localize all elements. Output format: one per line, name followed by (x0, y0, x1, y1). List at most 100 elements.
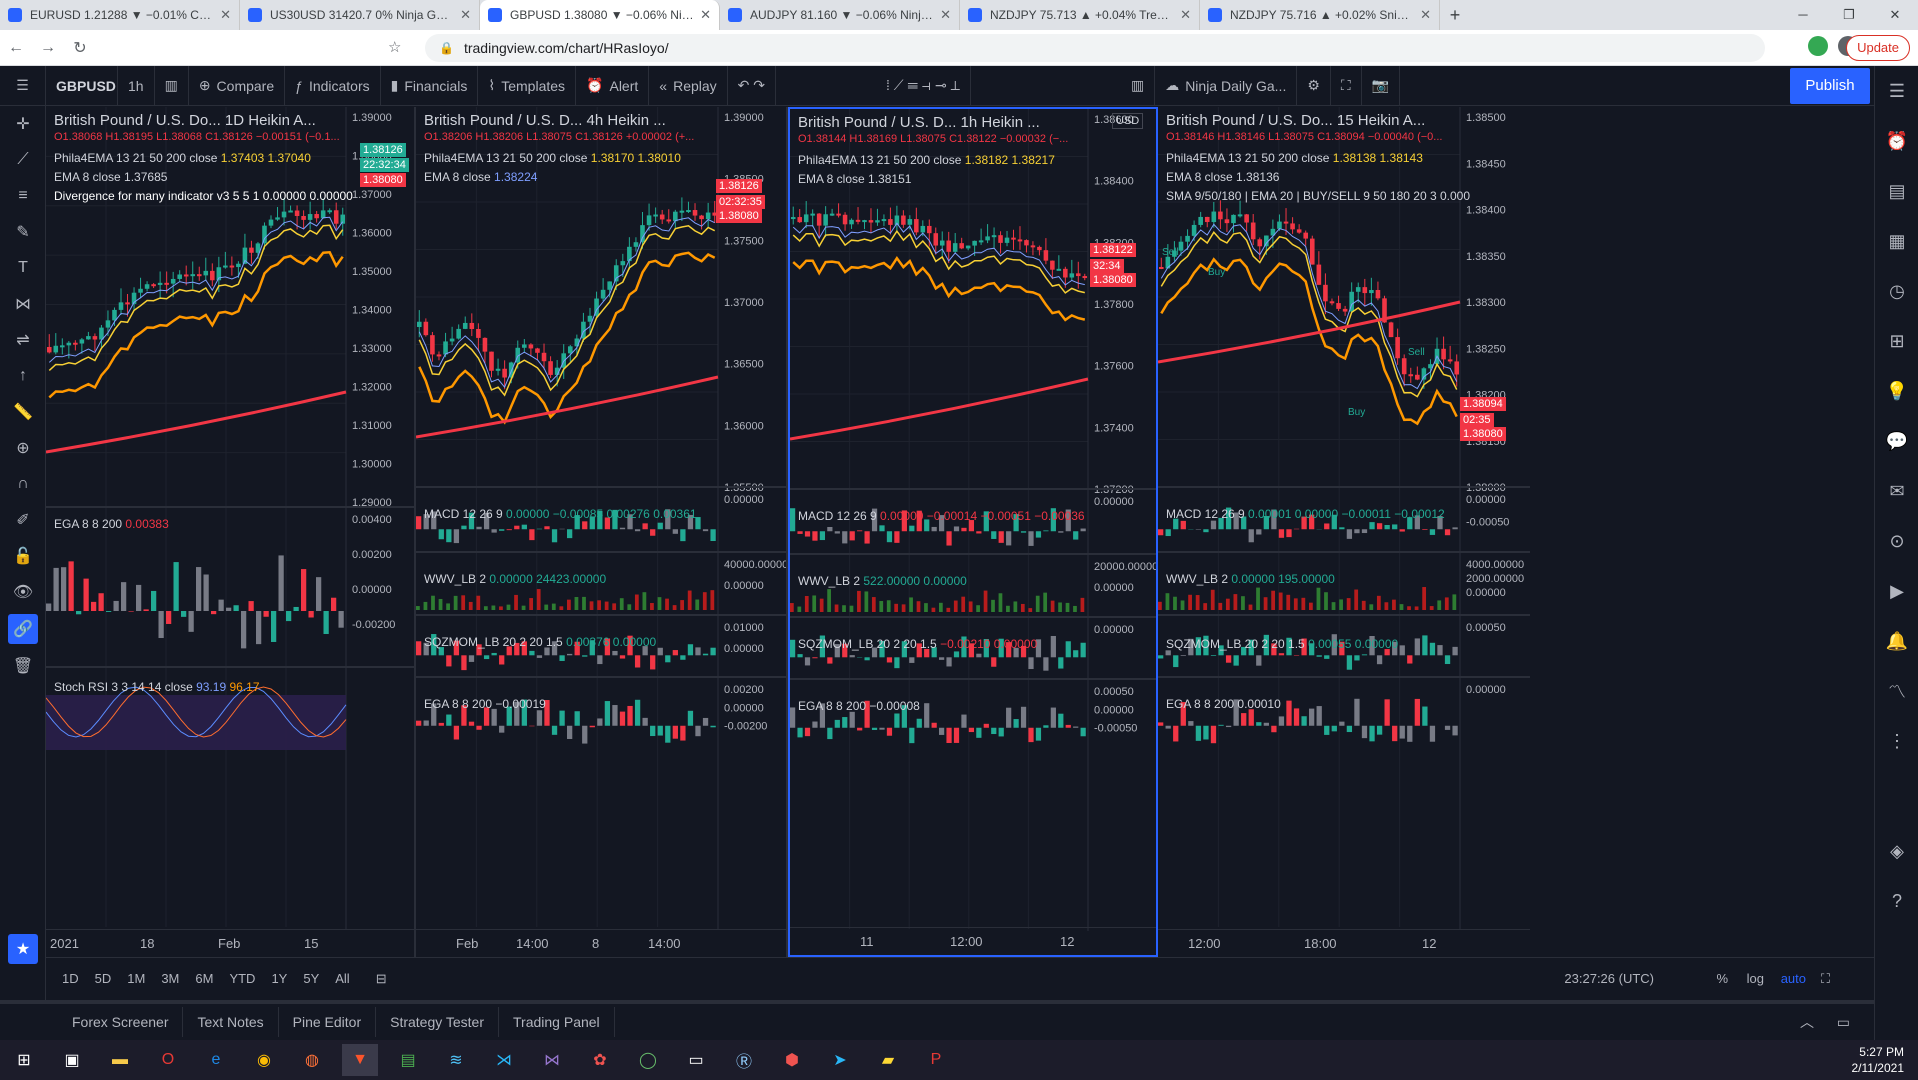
tab-text-notes[interactable]: Text Notes (183, 1007, 279, 1037)
browser-tab[interactable]: US30USD 31420.7 0% Ninja Gap Trad ✕ (240, 0, 480, 30)
browser-tab[interactable]: NZDJPY 75.713 ▲ +0.04% Trend follo ✕ (960, 0, 1200, 30)
ruler-icon[interactable]: 📏 (0, 394, 46, 430)
symbol-search[interactable]: GBPUSD (46, 65, 118, 106)
app-icon[interactable]: ≋ (438, 1044, 474, 1076)
settings-icon[interactable]: ⚙ (1297, 65, 1331, 106)
compare-button[interactable]: ⊕ Compare (189, 65, 286, 106)
chart-pane-1d[interactable]: 1.390001.380001.370001.360001.350001.340… (46, 107, 416, 957)
messages-icon[interactable]: ✉ (1875, 466, 1918, 516)
system-clock[interactable]: 5:27 PM 2/11/2021 (1852, 1044, 1905, 1076)
chart-pane-1h[interactable]: 1.386001.384001.382001.378001.376001.374… (788, 107, 1158, 957)
terminal-icon[interactable]: ▭ (678, 1044, 714, 1076)
layers-icon[interactable]: ◈ (1875, 826, 1918, 876)
close-icon[interactable]: ✕ (220, 7, 231, 23)
app-icon[interactable]: ✿ (582, 1044, 618, 1076)
windows-start-icon[interactable]: ⊞ (6, 1044, 42, 1076)
chart-pane-4h[interactable]: 1.390001.385001.375001.370001.365001.360… (416, 107, 788, 957)
percent-toggle[interactable]: % (1716, 971, 1728, 986)
link-icon[interactable]: 🔗 (8, 614, 38, 644)
utc-clock[interactable]: 23:27:26 (UTC) (1564, 971, 1654, 986)
range-5d[interactable]: 5D (87, 971, 120, 986)
telegram-icon[interactable]: ➤ (822, 1044, 858, 1076)
chat-icon[interactable]: 💬 (1875, 416, 1918, 466)
update-button[interactable]: Update (1846, 35, 1910, 61)
chart-pane-15m[interactable]: 1.38500 1.38450 1.38400 1.38350 1.38300 1.382… (1158, 107, 1530, 957)
auto-toggle[interactable]: auto (1781, 971, 1806, 986)
app-icon[interactable]: P (918, 1044, 954, 1076)
replay-button[interactable]: « Replay (649, 65, 728, 106)
goto-date-icon[interactable]: ⊟ (368, 971, 395, 987)
alert-button[interactable]: ⏰ Alert (576, 65, 650, 106)
tab-trading-panel[interactable]: Trading Panel (499, 1007, 615, 1037)
fullscreen-icon[interactable]: ⛶ (1331, 65, 1362, 106)
close-icon[interactable]: ✕ (460, 7, 471, 23)
crosshair-icon[interactable]: ✛ (0, 106, 46, 142)
browser-tab[interactable]: EURUSD 1.21288 ▼ −0.01% Currency ✕ (0, 0, 240, 30)
range-all[interactable]: All (327, 971, 357, 986)
scale-icon[interactable]: ⛶ (1821, 971, 1830, 987)
close-window-icon[interactable]: ✕ (1872, 0, 1918, 30)
time-axis[interactable]: 11 12:00 12 (790, 927, 1156, 955)
currency-label[interactable]: USD (1112, 113, 1144, 129)
close-icon[interactable]: ✕ (1180, 7, 1191, 23)
hotlist-icon[interactable]: ▦ (1875, 216, 1918, 266)
indicators-button[interactable]: ƒ Indicators (285, 65, 381, 106)
visual-studio-icon[interactable]: ⋈ (534, 1044, 570, 1076)
chrome-icon[interactable]: ◉ (246, 1044, 282, 1076)
templates-button[interactable]: ⌇ Templates (478, 65, 577, 106)
app-icon[interactable]: ▤ (390, 1044, 426, 1076)
prediction-icon[interactable]: ⇌ (0, 322, 46, 358)
layout-icon[interactable]: ▥ (1121, 65, 1156, 106)
log-toggle[interactable]: log (1747, 971, 1764, 986)
financials-button[interactable]: ▮ Financials (381, 65, 479, 106)
grid-icon[interactable]: ⊞ (1875, 316, 1918, 366)
trendline-icon[interactable]: ⟋ (0, 142, 46, 178)
help-icon[interactable]: ? (1875, 876, 1918, 926)
dom-icon[interactable]: ⋮ (1875, 716, 1918, 766)
firefox-icon[interactable]: ◍ (294, 1044, 330, 1076)
tab-strategy-tester[interactable]: Strategy Tester (376, 1007, 500, 1037)
task-view-icon[interactable]: ▣ (54, 1044, 90, 1076)
trash-icon[interactable]: 🗑 (0, 648, 46, 684)
range-1y[interactable]: 1Y (263, 971, 295, 986)
minimize-icon[interactable]: ─ (1780, 0, 1826, 30)
close-icon[interactable]: ✕ (700, 7, 711, 23)
eye-icon[interactable]: 👁 (0, 574, 46, 610)
chart-type-icon[interactable]: ▥ (155, 65, 189, 106)
app-icon[interactable]: ⬢ (774, 1044, 810, 1076)
edge-icon[interactable]: e (198, 1044, 234, 1076)
data-window-icon[interactable]: ▤ (1875, 166, 1918, 216)
range-1d[interactable]: 1D (54, 971, 87, 986)
sticky-notes-icon[interactable]: ▰ (870, 1044, 906, 1076)
ideas-icon[interactable]: 💡 (1875, 366, 1918, 416)
browser-tab[interactable]: NZDJPY 75.716 ▲ +0.02% Sniper Strat ✕ (1200, 0, 1440, 30)
star-icon[interactable]: ★ (8, 934, 38, 964)
restore-icon[interactable]: ❐ (1826, 0, 1872, 30)
menu-icon[interactable]: ☰ (0, 65, 46, 106)
time-axis[interactable]: 2021 18 Feb 15 (46, 929, 414, 957)
bookmark-icon[interactable]: ☆ (388, 38, 401, 56)
opera-icon[interactable]: O (150, 1044, 186, 1076)
interval-button[interactable]: 1h (118, 65, 155, 106)
time-axis[interactable]: Feb 14:00 8 14:00 (416, 929, 786, 957)
range-3m[interactable]: 3M (153, 971, 187, 986)
camera-icon[interactable]: 📷 (1362, 65, 1401, 106)
browser-tab[interactable]: AUDJPY 81.160 ▼ −0.06% Ninja 4Hr G ✕ (720, 0, 960, 30)
layout-name-button[interactable]: ☁ Ninja Daily Ga... (1155, 65, 1298, 106)
bell-icon[interactable]: 🔔 (1875, 616, 1918, 666)
range-6m[interactable]: 6M (187, 971, 221, 986)
chart-canvas[interactable]: 1.38500 1.38450 1.38400 1.38350 1.38300 1.382… (1158, 107, 1530, 957)
vscode-icon[interactable]: ⋊ (486, 1044, 522, 1076)
range-5y[interactable]: 5Y (295, 971, 327, 986)
chevron-up-icon[interactable]: ︿ (1800, 1012, 1814, 1032)
calendar-icon[interactable]: ◷ (1875, 266, 1918, 316)
chart-canvas[interactable]: 1.390001.380001.370001.360001.350001.340… (46, 107, 416, 957)
text-icon[interactable]: T (0, 250, 46, 286)
close-icon[interactable]: ✕ (940, 7, 951, 23)
chart-line-icon[interactable]: 〽 (1875, 666, 1918, 716)
zoom-icon[interactable]: ⊕ (0, 430, 46, 466)
app-icon[interactable]: ◯ (630, 1044, 666, 1076)
lock-drawings-icon[interactable]: 🔓 (0, 538, 46, 574)
maximize-panel-icon[interactable]: ▭ (1837, 1014, 1850, 1031)
tab-forex-screener[interactable]: Forex Screener (58, 1007, 184, 1037)
